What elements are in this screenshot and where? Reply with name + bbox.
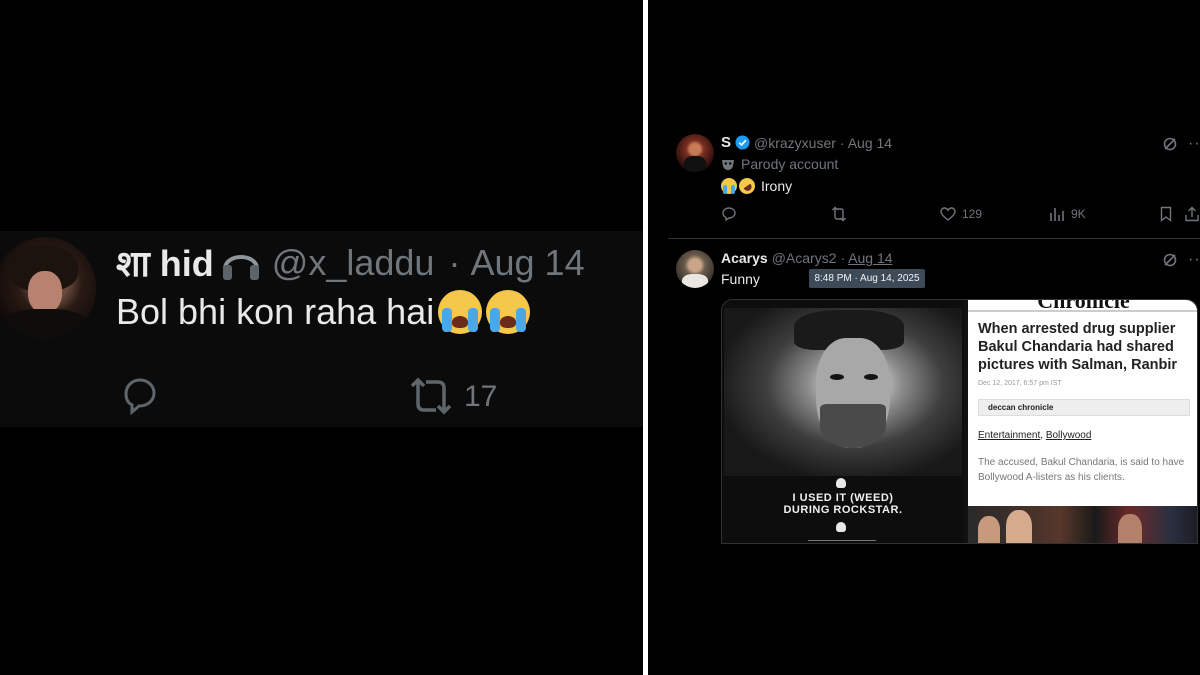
reply-button[interactable] — [721, 206, 743, 222]
tweet-top-icons: ··· — [1162, 251, 1200, 269]
parody-label: Parody account — [741, 156, 839, 172]
article-headline: When arrested drug supplier Bakul Chanda… — [978, 321, 1178, 373]
views-icon — [1050, 208, 1064, 221]
share-button[interactable] — [1184, 206, 1200, 222]
article-topbar — [968, 310, 1197, 312]
tweet-header: Acarys @Acarys2 · Aug 14 — [721, 250, 893, 266]
media-image-quote[interactable]: I USED IT (WEED) DURING ROCKSTAR. — [722, 300, 964, 543]
tweet-header: S @krazyxuser · Aug 14 — [721, 134, 892, 151]
view-count: 9K — [1071, 207, 1086, 221]
separator-dot: · — [840, 250, 846, 266]
article-masthead: Chronicle — [968, 300, 1197, 308]
loudly-crying-emoji — [486, 290, 531, 334]
bookmark-button[interactable] — [1158, 206, 1180, 222]
separator-dot: · — [448, 241, 461, 283]
share-icon — [1185, 206, 1199, 222]
mask-icon — [722, 160, 734, 170]
headphones-icon — [222, 254, 259, 280]
tweet-text-content: Irony — [761, 178, 793, 194]
handle[interactable]: @x_laddu — [272, 242, 435, 284]
quote-text: I USED IT (WEED) DURING ROCKSTAR. — [722, 492, 964, 516]
tweet-text: Funny — [721, 271, 760, 287]
quote-line: I USED IT (WEED) — [792, 492, 894, 504]
article-source: deccan chronicle — [978, 399, 1190, 416]
left-tweet-header: शा hid @x_laddu · Aug 14 — [116, 238, 585, 287]
handle[interactable]: @krazyxuser — [754, 135, 836, 151]
article-body: The accused, Bakul Chandaria, is said to… — [978, 457, 1185, 483]
more-icon[interactable]: ··· — [1188, 251, 1200, 269]
display-name[interactable]: S — [721, 134, 731, 151]
handle[interactable]: @Acarys2 — [772, 250, 837, 266]
tweet-separator — [668, 238, 1200, 239]
tweet-date[interactable]: · Aug 14 — [840, 135, 892, 151]
retweet-button[interactable] — [831, 206, 853, 222]
category-link: Bollywood — [1045, 430, 1092, 441]
avatar[interactable] — [676, 134, 714, 172]
views-button[interactable]: 9K — [1049, 206, 1086, 222]
article-meta: Dec 12, 2017, 6:57 pm IST — [978, 380, 1062, 387]
rofl-emoji — [735, 174, 759, 198]
parody-badge: Parody account — [721, 156, 838, 172]
tweet-top-icons: ··· — [1162, 135, 1200, 153]
avatar-coat — [0, 309, 90, 339]
avatar[interactable] — [0, 237, 96, 339]
loudly-crying-emoji — [721, 178, 737, 194]
display-name[interactable]: शा hid — [116, 238, 214, 287]
grok-icon[interactable] — [1162, 136, 1178, 152]
verified-icon — [735, 135, 750, 150]
retweet-icon — [832, 206, 846, 222]
media-image-article[interactable]: Chronicle When arrested drug supplier Ba… — [968, 300, 1197, 543]
reply-icon — [722, 207, 736, 222]
avatar-face — [28, 271, 62, 313]
skull-icon — [836, 522, 846, 532]
bookmark-icon — [1160, 206, 1172, 222]
quote-line: DURING ROCKSTAR. — [783, 504, 903, 516]
tweet-text-content: Bol bhi kon raha hai — [116, 291, 435, 332]
tweet-date[interactable]: Aug 14 — [470, 242, 584, 283]
left-tweet-actions: 17 — [116, 374, 516, 418]
article-categories: Entertainment, Bollywood — [978, 430, 1091, 441]
skull-icon — [836, 478, 846, 488]
date-separator: · Aug 14 — [438, 242, 584, 284]
like-icon — [940, 207, 956, 221]
avatar[interactable] — [676, 250, 714, 288]
reply-icon[interactable] — [116, 374, 160, 418]
like-count: 129 — [962, 207, 983, 221]
tweet-date[interactable]: Aug 14 — [848, 250, 892, 266]
more-icon[interactable]: ··· — [1188, 135, 1200, 153]
tweet-text: Bol bhi kon raha hai — [116, 290, 531, 334]
divider-line — [808, 540, 876, 541]
article-photo — [968, 506, 1197, 543]
tweet-media[interactable]: I USED IT (WEED) DURING ROCKSTAR. Chroni… — [721, 299, 1198, 544]
retweet-count: 17 — [464, 380, 498, 413]
display-name[interactable]: Acarys — [721, 250, 768, 266]
category-link: Entertainment — [978, 430, 1041, 441]
timestamp-tooltip: 8:48 PM · Aug 14, 2025 — [809, 269, 925, 288]
loudly-crying-emoji — [438, 290, 483, 334]
tweet-actions: 129 9K — [721, 206, 1200, 226]
portrait-photo — [724, 308, 962, 476]
like-button[interactable]: 129 — [940, 206, 982, 222]
grok-icon[interactable] — [1162, 252, 1178, 268]
retweet-icon[interactable] — [406, 376, 456, 416]
crop-mask — [668, 544, 1200, 675]
tweet-text: Irony — [721, 174, 793, 198]
